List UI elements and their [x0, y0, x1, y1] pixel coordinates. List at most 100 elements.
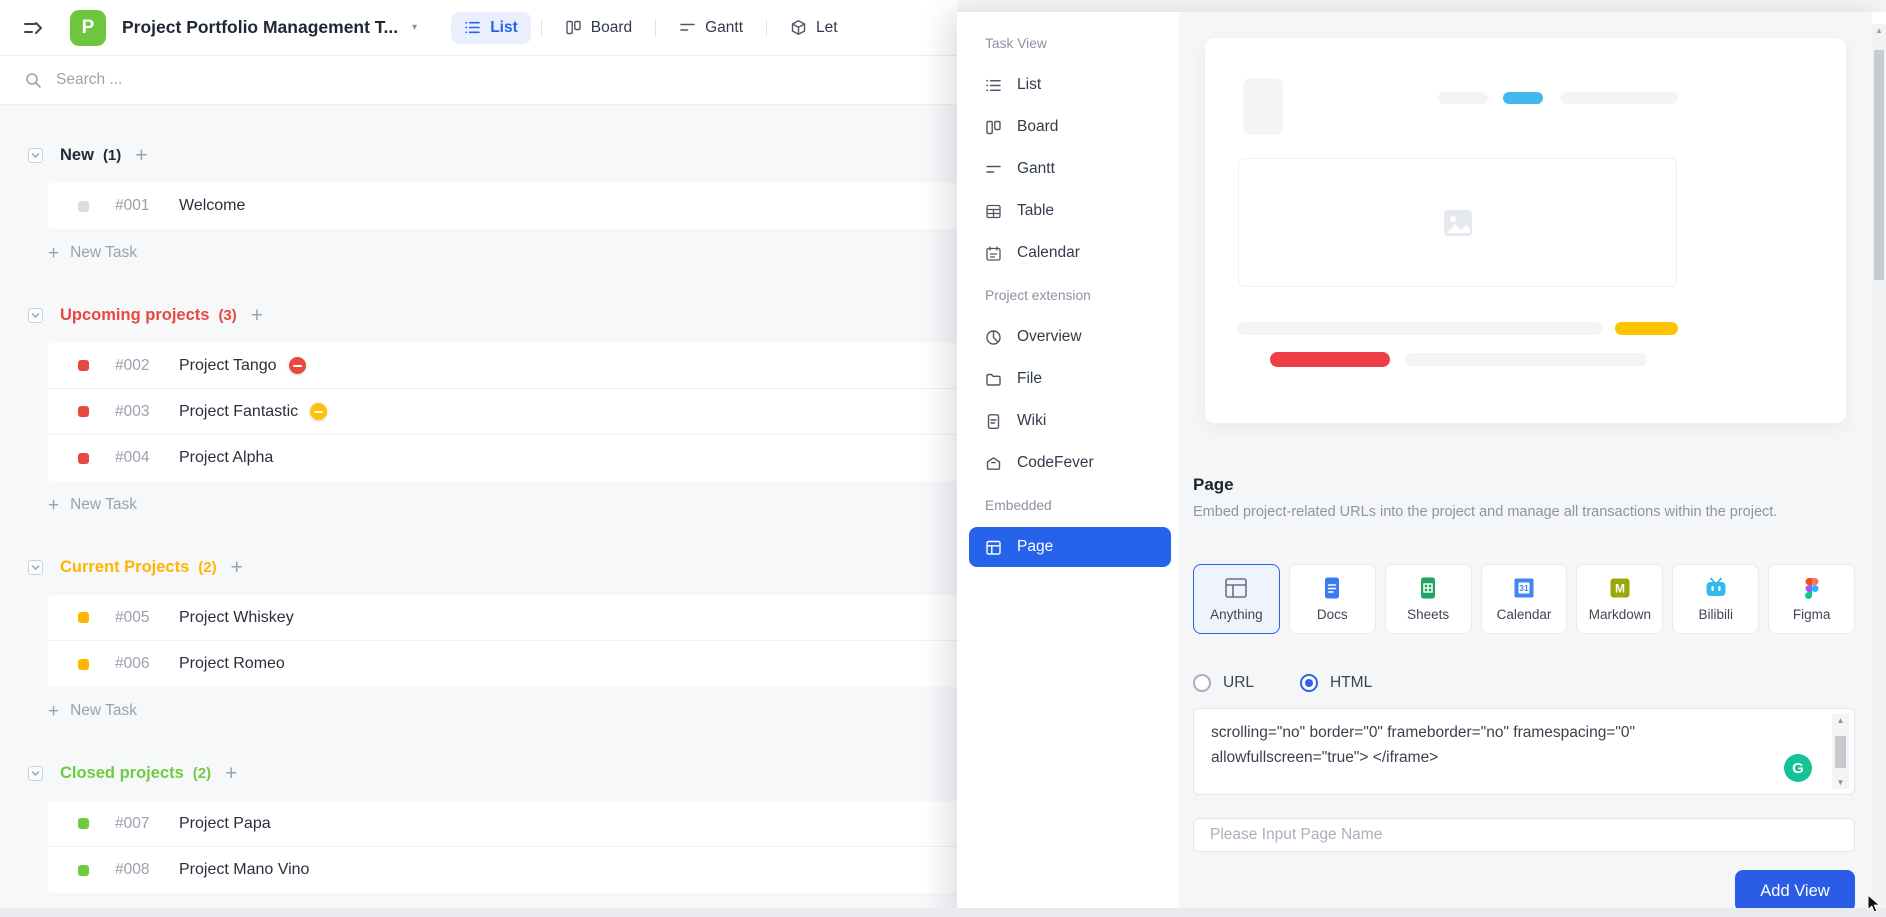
chevron-down-icon[interactable]: ▾: [412, 22, 417, 33]
scroll-down-icon[interactable]: ▼: [1832, 778, 1849, 787]
task-title[interactable]: Welcome: [179, 197, 245, 215]
gantt-icon: [985, 161, 1002, 178]
menu-item-overview[interactable]: Overview: [969, 317, 1171, 357]
radio-url-label[interactable]: URL: [1223, 674, 1254, 692]
svg-text:M: M: [1615, 582, 1625, 596]
menu-item-gantt[interactable]: Gantt: [969, 149, 1171, 189]
menu-item-wiki[interactable]: Wiki: [969, 401, 1171, 441]
workspace-title[interactable]: Project Portfolio Management T...: [122, 17, 398, 38]
add-view-button[interactable]: Add View: [1735, 870, 1855, 912]
horizontal-scrollbar[interactable]: [0, 908, 1886, 917]
embed-option-label: Calendar: [1497, 607, 1552, 622]
divider: [766, 19, 767, 37]
add-task-icon[interactable]: +: [251, 305, 263, 326]
task-title[interactable]: Project Mano Vino: [179, 861, 309, 879]
radio-html-label[interactable]: HTML: [1330, 674, 1372, 692]
status-icon[interactable]: [78, 406, 89, 417]
embed-option-calendar[interactable]: 31 Calendar: [1481, 564, 1568, 634]
task-id: #002: [115, 357, 163, 375]
embed-option-anything[interactable]: Anything: [1193, 564, 1280, 634]
skeleton-bar-yellow: [1615, 322, 1678, 335]
group-name: Closed projects: [60, 764, 184, 783]
tab-board[interactable]: Board: [552, 12, 645, 44]
embed-option-docs[interactable]: Docs: [1289, 564, 1376, 634]
task-title[interactable]: Project Romeo: [179, 655, 285, 673]
svg-text:31: 31: [1519, 583, 1529, 593]
plus-icon: +: [48, 244, 59, 263]
embed-option-bilibili[interactable]: Bilibili: [1672, 564, 1759, 634]
radio-url[interactable]: [1193, 674, 1211, 692]
task-title[interactable]: Project Whiskey: [179, 609, 294, 627]
html-code-textarea[interactable]: scrolling="no" border="0" frameborder="n…: [1194, 709, 1854, 794]
sidebar-toggle-icon[interactable]: [22, 17, 44, 39]
skeleton-pill: [1560, 92, 1678, 104]
menu-item-label: Page: [1017, 538, 1053, 556]
status-icon[interactable]: [78, 865, 89, 876]
status-icon[interactable]: [78, 612, 89, 623]
group-count: (3): [218, 307, 236, 324]
backdrop: [957, 0, 1886, 12]
scroll-up-icon[interactable]: ▲: [1872, 26, 1886, 35]
task-id: #003: [115, 403, 163, 421]
status-icon[interactable]: [78, 201, 89, 212]
layout-icon: [985, 539, 1002, 556]
tab-lets[interactable]: Let: [777, 12, 851, 44]
menu-item-board[interactable]: Board: [969, 107, 1171, 147]
embed-option-markdown[interactable]: M Markdown: [1576, 564, 1663, 634]
collapse-group-button[interactable]: [28, 148, 43, 163]
scrollbar-thumb[interactable]: [1835, 736, 1846, 768]
search-input[interactable]: [56, 71, 676, 89]
google-calendar-icon: 31: [1512, 576, 1536, 600]
collapse-group-button[interactable]: [28, 560, 43, 575]
status-icon[interactable]: [78, 360, 89, 371]
status-icon[interactable]: [78, 818, 89, 829]
add-task-icon[interactable]: +: [135, 145, 147, 166]
house-icon: [985, 455, 1002, 472]
task-title[interactable]: Project Fantastic: [179, 403, 298, 421]
collapse-group-button[interactable]: [28, 308, 43, 323]
menu-item-list[interactable]: List: [969, 65, 1171, 105]
task-title[interactable]: Project Papa: [179, 815, 271, 833]
radio-html[interactable]: [1300, 674, 1318, 692]
markdown-icon: M: [1608, 576, 1632, 600]
status-icon[interactable]: [78, 453, 89, 464]
add-task-icon[interactable]: +: [225, 763, 237, 784]
embed-option-figma[interactable]: Figma: [1768, 564, 1855, 634]
add-task-icon[interactable]: +: [231, 557, 243, 578]
embed-option-sheets[interactable]: Sheets: [1385, 564, 1472, 634]
textarea-scrollbar[interactable]: ▲ ▼: [1832, 714, 1849, 789]
list-icon: [985, 77, 1002, 94]
scrollbar-thumb[interactable]: [1874, 50, 1884, 280]
page-preview-card: [1205, 38, 1846, 423]
menu-item-calendar[interactable]: Calendar: [969, 233, 1171, 273]
embed-option-label: Markdown: [1589, 607, 1651, 622]
menu-item-file[interactable]: File: [969, 359, 1171, 399]
workspace-logo[interactable]: P: [70, 10, 106, 46]
panel-description: Embed project-related URLs into the proj…: [1193, 504, 1855, 520]
task-title[interactable]: Project Tango: [179, 357, 277, 375]
group-count: (1): [103, 147, 121, 164]
folder-icon: [985, 371, 1002, 388]
skeleton-bar: [1237, 322, 1602, 335]
menu-section-label: Task View: [969, 36, 1047, 51]
grammarly-icon[interactable]: G: [1784, 754, 1812, 782]
scroll-up-icon[interactable]: ▲: [1832, 716, 1849, 725]
table-icon: [985, 203, 1002, 220]
menu-item-table[interactable]: Table: [969, 191, 1171, 231]
tab-label: Gantt: [705, 19, 743, 37]
skeleton-pill: [1438, 92, 1488, 104]
page-panel: Page Embed project-related URLs into the…: [1179, 12, 1872, 917]
document-icon: [985, 413, 1002, 430]
menu-item-codefever[interactable]: CodeFever: [969, 443, 1171, 483]
divider: [655, 19, 656, 37]
tab-list[interactable]: List: [451, 12, 531, 44]
no-entry-badge: [310, 403, 327, 420]
collapse-group-button[interactable]: [28, 766, 43, 781]
tab-gantt[interactable]: Gantt: [666, 12, 756, 44]
page-name-input[interactable]: [1193, 818, 1855, 852]
status-icon[interactable]: [78, 659, 89, 670]
drawer-scrollbar[interactable]: ▲: [1872, 24, 1886, 917]
add-view-drawer: Task View List Board Gantt Table: [957, 12, 1886, 917]
task-title[interactable]: Project Alpha: [179, 449, 273, 467]
menu-item-page[interactable]: Page: [969, 527, 1171, 567]
